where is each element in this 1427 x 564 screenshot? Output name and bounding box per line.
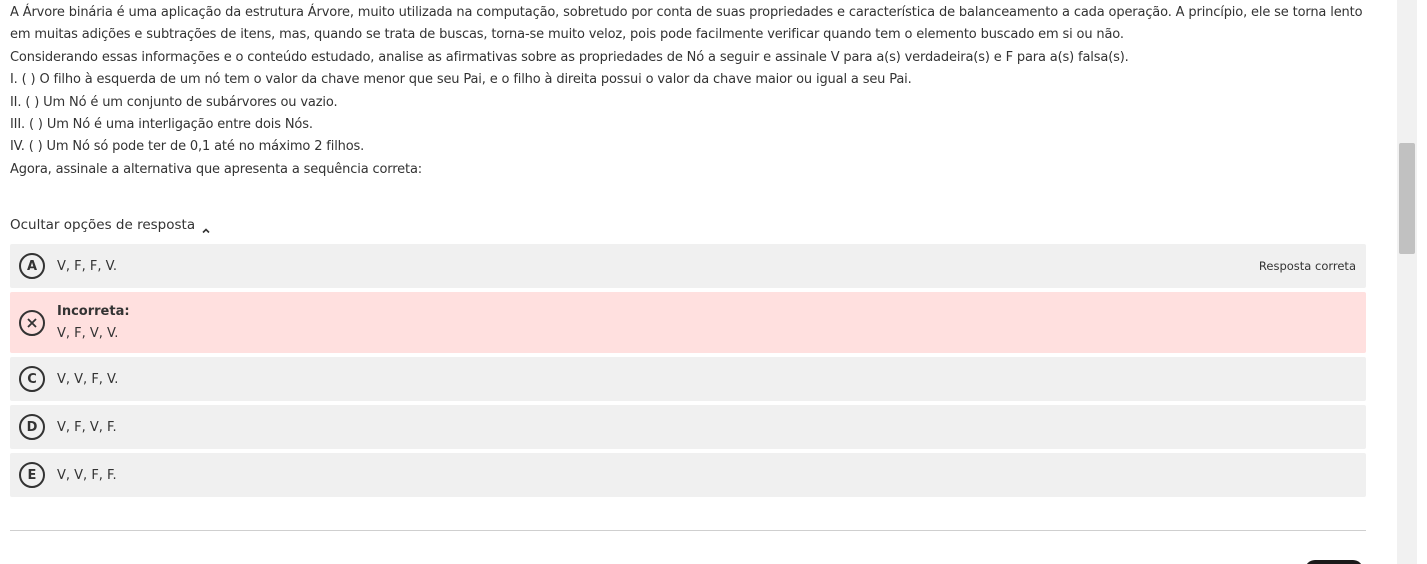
option-b-incorrect[interactable]: Incorreta: V, F, V, V. xyxy=(10,292,1366,353)
section-divider xyxy=(10,530,1366,531)
option-text: V, F, F, V. xyxy=(57,258,117,274)
option-letter-badge: A xyxy=(19,253,45,279)
option-text: V, F, V, V. xyxy=(57,325,119,341)
page-scrollbar[interactable] xyxy=(1397,0,1417,564)
toggle-label: Ocultar opções de resposta xyxy=(10,217,196,233)
hide-options-toggle[interactable]: Ocultar opções de resposta xyxy=(10,215,210,235)
question-text: A Árvore binária é uma aplicação da estr… xyxy=(10,2,1366,181)
option-e[interactable]: E V, V, F, F. xyxy=(10,453,1366,497)
chevron-up-icon xyxy=(202,221,210,234)
option-c[interactable]: C V, V, F, V. xyxy=(10,357,1366,401)
option-letter-badge: E xyxy=(19,462,45,488)
option-text: V, V, F, F. xyxy=(57,467,117,483)
statement-4: IV. ( ) Um Nó só pode ter de 0,1 até no … xyxy=(10,139,365,155)
option-content: Incorreta: V, F, V, V. xyxy=(57,301,130,345)
next-button[interactable] xyxy=(1305,560,1363,564)
option-text: V, V, F, V. xyxy=(57,371,119,387)
option-d[interactable]: D V, F, V, F. xyxy=(10,405,1366,449)
option-a[interactable]: A V, F, F, V. Resposta correta xyxy=(10,244,1366,288)
option-letter-badge: C xyxy=(19,366,45,392)
option-letter-badge: D xyxy=(19,414,45,440)
incorrect-status: Incorreta: xyxy=(57,303,130,319)
answer-options: A V, F, F, V. Resposta correta Incorreta… xyxy=(10,244,1366,501)
question-content: A Árvore binária é uma aplicação da estr… xyxy=(10,2,1366,531)
page: A Árvore binária é uma aplicação da estr… xyxy=(0,0,1427,564)
statement-3: III. ( ) Um Nó é uma interligação entre … xyxy=(10,117,313,133)
statement-2: II. ( ) Um Nó é um conjunto de subárvore… xyxy=(10,94,338,110)
statement-1: I. ( ) O filho à esquerda de um nó tem o… xyxy=(10,72,912,88)
question-paragraph: A Árvore binária é uma aplicação da estr… xyxy=(10,5,1363,43)
option-text: V, F, V, F. xyxy=(57,419,117,435)
close-circle-icon xyxy=(19,309,45,336)
correct-answer-label: Resposta correta xyxy=(1258,259,1356,273)
question-instruction: Considerando essas informações e o conte… xyxy=(10,49,1129,65)
scrollbar-thumb[interactable] xyxy=(1399,143,1415,254)
question-prompt: Agora, assinale a alternativa que aprese… xyxy=(10,161,423,177)
